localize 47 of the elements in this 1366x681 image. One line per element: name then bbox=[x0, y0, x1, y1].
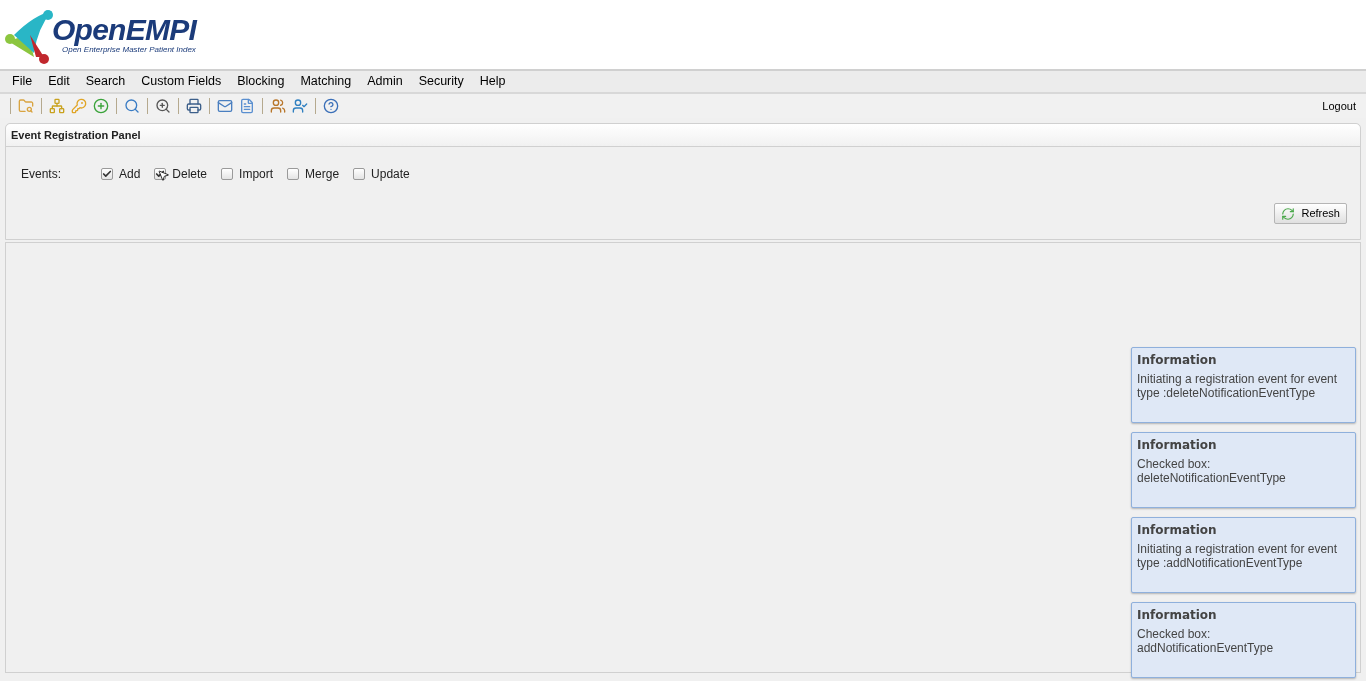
checkbox[interactable] bbox=[221, 168, 234, 180]
logo-tagline: Open Enterprise Master Patient Index bbox=[62, 45, 196, 54]
users-icon[interactable] bbox=[270, 98, 286, 114]
help-icon[interactable] bbox=[323, 98, 339, 114]
checkbox-label: Merge bbox=[305, 166, 340, 183]
check-icon bbox=[102, 169, 112, 179]
menu-item[interactable]: Security bbox=[412, 72, 470, 91]
checkbox-label: Add bbox=[119, 166, 141, 183]
menu-item[interactable]: Blocking bbox=[231, 72, 291, 91]
menu-item[interactable]: Search bbox=[79, 72, 132, 91]
notification-title: Information bbox=[1137, 523, 1218, 538]
menu-item[interactable]: Admin bbox=[361, 72, 409, 91]
notification-title: Information bbox=[1137, 608, 1218, 623]
events-label: Events: bbox=[21, 166, 63, 183]
notification-message: Checked box: addNotificationEventType bbox=[1137, 627, 1275, 655]
document-icon[interactable] bbox=[239, 98, 255, 114]
checkbox-label: Delete bbox=[172, 166, 208, 183]
key-icon[interactable] bbox=[71, 98, 87, 114]
checkbox-label: Update bbox=[371, 166, 410, 183]
checkbox-label: Import bbox=[239, 166, 274, 183]
logout-link[interactable]: Logout bbox=[1322, 97, 1356, 115]
hierarchy-icon[interactable] bbox=[49, 98, 65, 114]
refresh-button[interactable]: Refresh bbox=[1274, 203, 1347, 224]
folder-search-icon[interactable] bbox=[18, 98, 34, 114]
user-icon[interactable] bbox=[292, 98, 308, 114]
panel-title: Event Registration Panel bbox=[11, 127, 141, 143]
printer-icon[interactable] bbox=[186, 98, 202, 114]
notification-title: Information bbox=[1137, 353, 1218, 368]
add-icon[interactable] bbox=[93, 98, 109, 114]
notification-message: Checked box: deleteNotificationEventType bbox=[1137, 457, 1287, 485]
checkbox[interactable] bbox=[101, 168, 113, 180]
menu-item[interactable]: Custom Fields bbox=[135, 72, 228, 91]
zoom-in-icon[interactable] bbox=[155, 98, 171, 114]
checkbox[interactable] bbox=[353, 168, 366, 180]
menu-item[interactable]: Help bbox=[473, 72, 512, 91]
menu-item[interactable]: Edit bbox=[42, 72, 76, 91]
cursor-icon bbox=[157, 168, 171, 183]
checkbox[interactable] bbox=[287, 168, 300, 180]
refresh-icon bbox=[1281, 206, 1296, 221]
menu-item[interactable]: File bbox=[6, 72, 39, 91]
notification-message: Initiating a registration event for event type :deleteNotificationEventType bbox=[1137, 372, 1339, 400]
search-icon[interactable] bbox=[124, 98, 140, 114]
menu-item[interactable]: Matching bbox=[294, 72, 358, 91]
envelope-icon[interactable] bbox=[217, 98, 233, 114]
notification-title: Information bbox=[1137, 438, 1218, 453]
notification-message: Initiating a registration event for event type :addNotificationEventType bbox=[1137, 542, 1339, 570]
logo-name: OpenEMPI bbox=[52, 15, 196, 45]
